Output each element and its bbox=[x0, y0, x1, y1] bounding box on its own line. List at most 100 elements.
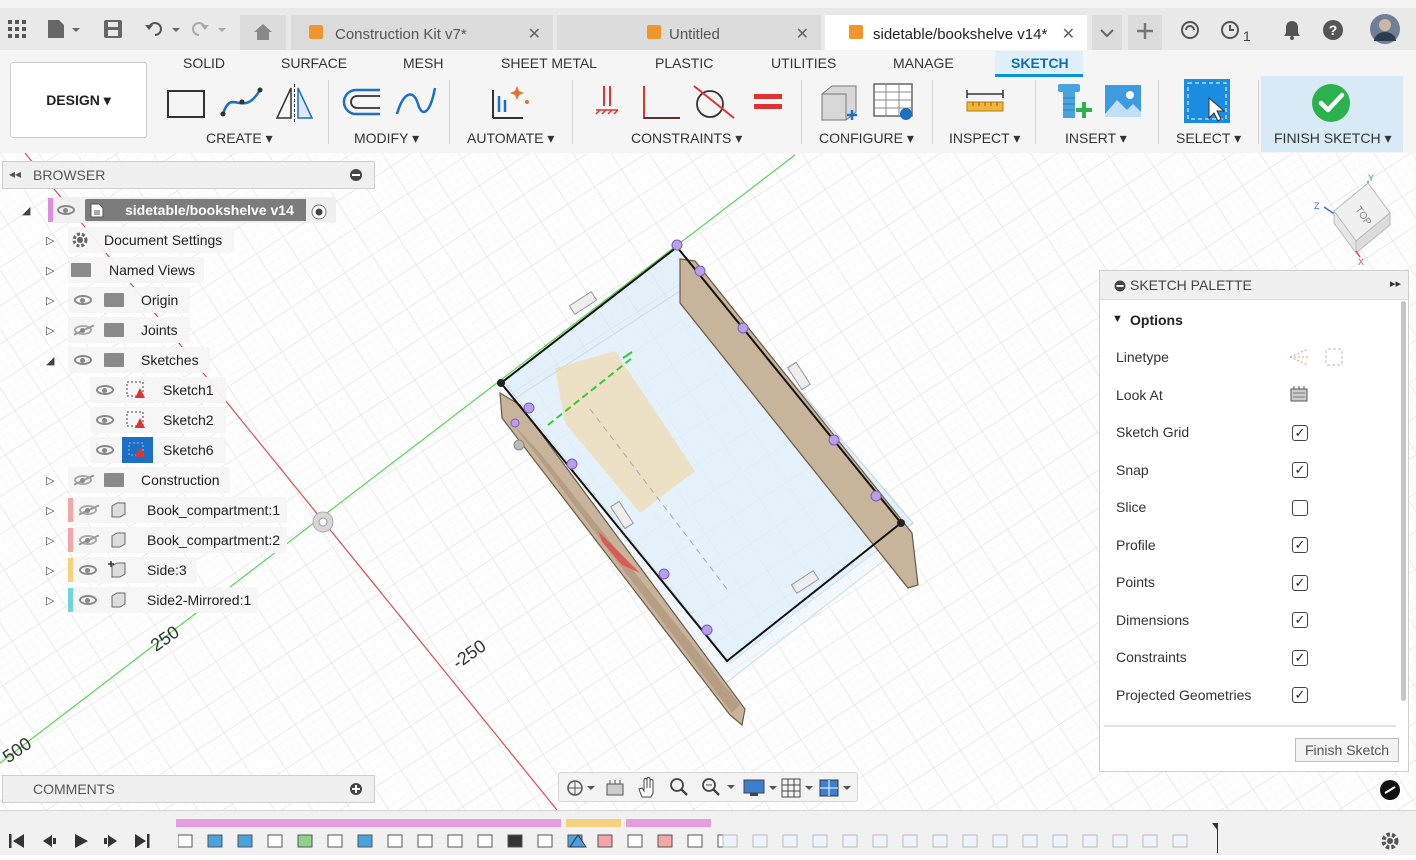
browser-header[interactable]: ◂◂ BROWSER bbox=[2, 161, 375, 189]
browser-item-joints[interactable]: Joints bbox=[68, 317, 190, 343]
go-to-start-icon[interactable] bbox=[8, 833, 26, 854]
tab-plastic[interactable]: PLASTIC bbox=[655, 55, 713, 71]
rectangle-tool-icon[interactable] bbox=[166, 86, 206, 125]
dimensions-checkbox[interactable]: ✓ bbox=[1292, 612, 1308, 628]
orbit-icon[interactable] bbox=[565, 778, 595, 803]
timeline-settings-gear-icon[interactable] bbox=[1380, 831, 1400, 856]
save-icon[interactable] bbox=[104, 20, 122, 43]
collapse-arrow-icon[interactable]: ◢ bbox=[46, 354, 54, 367]
inspect-group-label[interactable]: INSPECT ▾ bbox=[949, 130, 1020, 147]
new-tab-button[interactable] bbox=[1128, 15, 1162, 50]
configure-group-label[interactable]: CONFIGURE ▾ bbox=[819, 130, 914, 147]
visibility-hidden-eye-icon[interactable] bbox=[74, 475, 92, 485]
tab-sidetable[interactable]: sidetable/bookshelve v14* ✕ bbox=[825, 15, 1087, 50]
sync-icon[interactable] bbox=[1180, 20, 1200, 45]
expand-arrow-icon[interactable]: ▷ bbox=[46, 294, 54, 307]
browser-root-node[interactable]: sidetable/bookshelve v14 bbox=[53, 197, 336, 223]
tab-manage[interactable]: MANAGE bbox=[893, 55, 954, 71]
create-group-label[interactable]: CREATE ▾ bbox=[206, 130, 273, 147]
browser-item-side-3[interactable]: Side:3 bbox=[73, 557, 197, 583]
palette-header[interactable]: SKETCH PALETTE ▸▸ bbox=[1100, 271, 1408, 300]
tangent-constraint-icon[interactable] bbox=[692, 84, 736, 125]
look-at-icon[interactable] bbox=[1290, 385, 1308, 408]
visibility-eye-icon[interactable] bbox=[96, 385, 114, 395]
spline-tool-icon[interactable] bbox=[220, 84, 264, 125]
tab-construction-kit[interactable]: Construction Kit v7* ✕ bbox=[291, 15, 553, 50]
automate-icon[interactable] bbox=[487, 82, 533, 127]
notifications-bell-icon[interactable] bbox=[1283, 20, 1301, 45]
expand-arrow-icon[interactable]: ▷ bbox=[46, 504, 54, 517]
constraints-checkbox[interactable]: ✓ bbox=[1292, 650, 1308, 666]
browser-item-book-compartment-2[interactable]: Book_compartment:2 bbox=[73, 527, 287, 553]
visibility-eye-icon[interactable] bbox=[96, 445, 114, 455]
fit-zoom-icon[interactable] bbox=[701, 777, 735, 802]
home-tab[interactable] bbox=[240, 15, 286, 50]
browser-item-sketch6[interactable]: Sketch6 bbox=[90, 437, 226, 463]
go-to-end-icon[interactable] bbox=[133, 833, 151, 854]
palette-scrollbar[interactable] bbox=[1401, 301, 1406, 701]
browser-item-construction[interactable]: Construction bbox=[68, 467, 230, 493]
insert-group-label[interactable]: INSERT ▾ bbox=[1065, 130, 1127, 147]
insert-canvas-icon[interactable] bbox=[1104, 84, 1144, 125]
text-commands-icon[interactable] bbox=[1380, 780, 1400, 805]
zoom-icon[interactable] bbox=[669, 777, 689, 802]
visibility-hidden-eye-icon[interactable] bbox=[79, 535, 97, 545]
job-status-icon[interactable] bbox=[1220, 20, 1240, 45]
look-at-icon[interactable] bbox=[605, 778, 625, 803]
expand-arrow-icon[interactable]: ▷ bbox=[46, 564, 54, 577]
browser-item-sketch2[interactable]: Sketch2 bbox=[90, 407, 226, 433]
workspace-switcher[interactable]: DESIGN ▾ bbox=[10, 62, 147, 138]
visibility-eye-icon[interactable] bbox=[79, 595, 97, 605]
expand-arrow-icon[interactable]: ▷ bbox=[46, 594, 54, 607]
browser-item-side2-mirrored-1[interactable]: Side2-Mirrored:1 bbox=[73, 587, 257, 613]
visibility-hidden-eye-icon[interactable] bbox=[74, 325, 92, 335]
browser-item-document-settings[interactable]: Document Settings bbox=[68, 227, 234, 253]
timeline-features[interactable] bbox=[177, 811, 1224, 860]
browser-item-book-compartment-1[interactable]: Book_compartment:1 bbox=[73, 497, 287, 523]
configuration-table-icon[interactable] bbox=[872, 82, 916, 127]
construction-linetype-icon[interactable] bbox=[1288, 347, 1310, 372]
sketch-grid-checkbox[interactable]: ✓ bbox=[1292, 425, 1308, 441]
tab-solid[interactable]: SOLID bbox=[183, 55, 225, 71]
insert-mcmaster-icon[interactable] bbox=[1052, 82, 1092, 127]
visibility-eye-icon[interactable] bbox=[74, 355, 92, 365]
file-menu-icon[interactable] bbox=[48, 20, 82, 43]
finish-sketch-check-icon[interactable] bbox=[1311, 83, 1351, 128]
step-forward-icon[interactable] bbox=[102, 833, 120, 854]
visibility-hidden-eye-icon[interactable] bbox=[79, 505, 97, 515]
expand-arrow-icon[interactable]: ▷ bbox=[46, 324, 54, 337]
tab-surface[interactable]: SURFACE bbox=[281, 55, 347, 71]
select-group-label[interactable]: SELECT ▾ bbox=[1176, 130, 1241, 147]
browser-item-sketch1[interactable]: Sketch1 bbox=[90, 377, 226, 403]
centerline-linetype-icon[interactable] bbox=[1324, 347, 1346, 372]
app-grid-icon[interactable] bbox=[8, 20, 26, 43]
select-icon[interactable] bbox=[1183, 78, 1233, 129]
constraints-group-label[interactable]: CONSTRAINTS ▾ bbox=[631, 130, 742, 147]
modify-group-label[interactable]: MODIFY ▾ bbox=[354, 130, 419, 147]
close-icon[interactable]: ✕ bbox=[796, 24, 809, 44]
finish-sketch-group-label[interactable]: FINISH SKETCH ▾ bbox=[1274, 130, 1392, 147]
view-cube[interactable]: Y Z TOP X bbox=[1310, 173, 1406, 274]
browser-item-origin[interactable]: Origin bbox=[68, 287, 190, 313]
browser-item-sketches[interactable]: Sketches bbox=[68, 347, 210, 373]
expand-arrow-icon[interactable]: ▷ bbox=[46, 264, 54, 277]
close-icon[interactable]: ✕ bbox=[1062, 24, 1075, 44]
pan-hand-icon[interactable] bbox=[637, 777, 657, 804]
equal-constraint-icon[interactable] bbox=[754, 92, 782, 117]
expand-arrow-icon[interactable]: ▷ bbox=[46, 234, 54, 247]
viewports-icon[interactable] bbox=[819, 778, 853, 803]
points-checkbox[interactable]: ✓ bbox=[1292, 575, 1308, 591]
slice-checkbox[interactable] bbox=[1292, 500, 1308, 516]
collapse-arrow-icon[interactable]: ▼ bbox=[1112, 313, 1123, 325]
browser-item-named-views[interactable]: Named Views bbox=[68, 257, 204, 283]
help-icon[interactable]: ? bbox=[1323, 20, 1343, 45]
trim-curve-icon[interactable] bbox=[394, 84, 438, 125]
tab-overflow-button[interactable] bbox=[1092, 15, 1122, 50]
offset-tool-icon[interactable] bbox=[340, 86, 384, 123]
expand-arrow-icon[interactable]: ▷ bbox=[46, 474, 54, 487]
tab-untitled[interactable]: Untitled ✕ bbox=[557, 15, 821, 50]
measure-icon[interactable] bbox=[965, 90, 1005, 119]
tab-mesh[interactable]: MESH bbox=[403, 55, 443, 71]
browser-minimize-icon[interactable] bbox=[349, 168, 363, 185]
expand-arrow-icon[interactable]: ▷ bbox=[46, 534, 54, 547]
